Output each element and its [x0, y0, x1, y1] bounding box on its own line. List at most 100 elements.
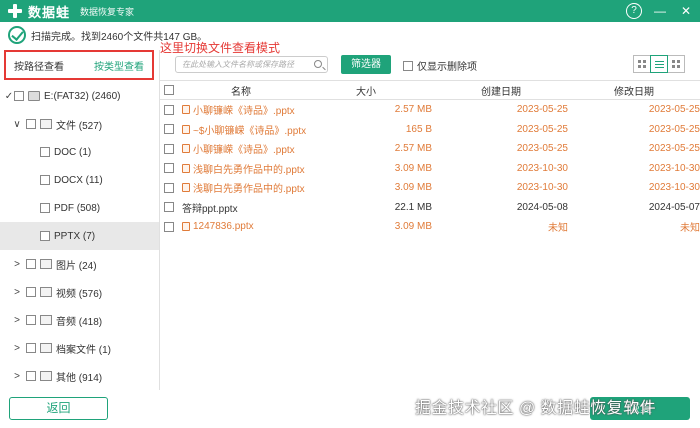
row-checkbox[interactable]: [164, 182, 174, 193]
filter-button[interactable]: 筛选器: [341, 55, 391, 74]
select-all-checkbox[interactable]: [164, 85, 174, 95]
expand-icon[interactable]: ✓: [4, 91, 14, 102]
search-icon[interactable]: [314, 60, 322, 68]
row-checkbox[interactable]: [164, 163, 174, 174]
expand-icon[interactable]: >: [12, 343, 22, 354]
tree-item-label: 档案文件 (1): [56, 344, 111, 356]
expand-icon[interactable]: >: [12, 315, 22, 326]
column-header-modified[interactable]: 修改日期: [568, 83, 700, 98]
tree-item-label: 视频 (576): [56, 288, 103, 300]
expand-icon[interactable]: >: [12, 287, 22, 298]
tree-item-audio[interactable]: > 音频 (418): [0, 306, 159, 334]
close-icon[interactable]: ✕: [678, 3, 694, 19]
file-created: 2024-05-08: [516, 201, 568, 213]
tree-item-documents[interactable]: ∨ 文件 (527): [0, 110, 159, 138]
tree-checkbox[interactable]: [26, 287, 36, 297]
view-by-path-tab[interactable]: 按路径查看: [14, 58, 64, 73]
annotation-text: 这里切换文件查看模式: [160, 41, 281, 55]
column-header-name[interactable]: 名称: [182, 83, 300, 98]
table-row[interactable]: 1247836.pptx 3.09 MB 未知 未知: [160, 217, 700, 237]
tree-checkbox[interactable]: [26, 371, 36, 381]
file-name: 浅聊白先勇作品中的.pptx: [193, 164, 305, 176]
row-checkbox[interactable]: [164, 104, 174, 115]
file-modified: 2024-05-07: [648, 201, 700, 213]
deleted-file-icon: [182, 222, 190, 232]
tree-item-doc[interactable]: DOC (1): [0, 138, 159, 166]
tree-checkbox[interactable]: [40, 203, 50, 213]
file-size: 3.09 MB: [394, 162, 432, 174]
file-created: 2023-05-25: [516, 143, 568, 155]
window-controls: ? — ✕: [626, 3, 694, 19]
tree-checkbox[interactable]: [14, 91, 24, 101]
tree-checkbox[interactable]: [40, 147, 50, 157]
tree-item-docx[interactable]: DOCX (11): [0, 166, 159, 194]
column-header-size[interactable]: 大小: [300, 83, 434, 98]
file-created: 2023-05-25: [516, 104, 568, 116]
file-created: 未知: [548, 223, 568, 235]
file-size: 2.57 MB: [394, 104, 432, 116]
tree-item-label: 文件 (527): [56, 120, 103, 132]
tree-checkbox[interactable]: [26, 259, 36, 269]
detail-view-button[interactable]: [667, 55, 685, 73]
collapse-icon[interactable]: ∨: [12, 119, 22, 130]
list-view-button[interactable]: [650, 55, 668, 73]
app-subtitle: 数据恢复专家: [80, 6, 135, 17]
view-by-type-tab[interactable]: 按类型查看: [94, 58, 144, 73]
expand-icon[interactable]: >: [12, 259, 22, 270]
file-modified: 2023-10-30: [648, 182, 700, 194]
tree-item-videos[interactable]: > 视频 (576): [0, 278, 159, 306]
tree-item-label: E:(FAT32) (2460): [44, 90, 121, 102]
table-row[interactable]: ~$小聊镰嵘《诗品》.pptx 165 B 2023-05-25 2023-05-25: [160, 120, 700, 140]
row-checkbox[interactable]: [164, 124, 174, 135]
tree-item-images[interactable]: > 图片 (24): [0, 250, 159, 278]
row-checkbox[interactable]: [164, 221, 174, 232]
tree-item-label: DOC (1): [54, 146, 92, 158]
grid-view-button[interactable]: [633, 55, 651, 73]
only-deleted-toggle[interactable]: 仅显示删除项: [403, 58, 477, 73]
tree-checkbox[interactable]: [40, 175, 50, 185]
row-checkbox[interactable]: [164, 143, 174, 154]
column-header-created[interactable]: 创建日期: [434, 83, 568, 98]
table-row[interactable]: 浅聊白先勇作品中的.pptx 3.09 MB 2023-10-30 2023-10-3…: [160, 159, 700, 179]
search-box: [175, 56, 328, 73]
table-row[interactable]: 小聊镰嵘《诗品》.pptx 2.57 MB 2023-05-25 2023-05-25: [160, 139, 700, 159]
file-modified: 2023-05-25: [648, 104, 700, 116]
only-deleted-checkbox[interactable]: [403, 60, 413, 71]
tree-item-pdf[interactable]: PDF (508): [0, 194, 159, 222]
tree-item-other[interactable]: > 其他 (914): [0, 362, 159, 390]
table-row[interactable]: 浅聊白先勇作品中的.pptx 3.09 MB 2023-10-30 2023-10-3…: [160, 178, 700, 198]
logo-icon: [6, 2, 24, 20]
view-toggle-group: [633, 55, 685, 73]
expand-icon[interactable]: >: [12, 371, 22, 382]
deleted-file-icon: [182, 163, 190, 173]
watermark-text: 掘金技术社区 @ 数据蛙恢复软件: [415, 400, 657, 417]
detail-icon: [672, 60, 680, 68]
row-checkbox[interactable]: [164, 202, 174, 213]
tree-item-label: 其他 (914): [56, 372, 103, 384]
table-row[interactable]: 答辩ppt.pptx 22.1 MB 2024-05-08 2024-05-07: [160, 198, 700, 218]
file-name: 1247836.pptx: [193, 221, 254, 233]
tree-checkbox[interactable]: [26, 343, 36, 353]
deleted-file-icon: [182, 105, 190, 115]
tree-item-label: 音频 (418): [56, 316, 103, 328]
deleted-file-icon: [182, 144, 190, 154]
table-row[interactable]: 小聊镰嵘《诗品》.pptx 2.57 MB 2023-05-25 2023-05-25: [160, 100, 700, 120]
file-created: 2023-05-25: [516, 123, 568, 135]
search-input[interactable]: [182, 60, 310, 69]
tree-checkbox[interactable]: [26, 119, 36, 129]
minimize-icon[interactable]: —: [652, 3, 668, 19]
tree-item-pptx[interactable]: PPTX (7): [0, 222, 159, 250]
help-icon[interactable]: ?: [626, 3, 642, 19]
tree-item-archives[interactable]: > 档案文件 (1): [0, 334, 159, 362]
back-button[interactable]: 返回: [9, 397, 108, 420]
view-mode-switch: 按路径查看 按类型查看: [4, 50, 154, 80]
tree-checkbox[interactable]: [40, 231, 50, 241]
file-name: 答辩ppt.pptx: [182, 203, 238, 215]
file-size: 3.09 MB: [394, 182, 432, 194]
app-name: 数据蛙: [28, 4, 71, 20]
tree-checkbox[interactable]: [26, 315, 36, 325]
file-size: 3.09 MB: [394, 221, 432, 233]
file-name: 小聊镰嵘《诗品》.pptx: [193, 145, 295, 157]
file-name: ~$小聊镰嵘《诗品》.pptx: [193, 125, 307, 137]
tree-item-drive[interactable]: ✓ E:(FAT32) (2460): [0, 82, 159, 110]
